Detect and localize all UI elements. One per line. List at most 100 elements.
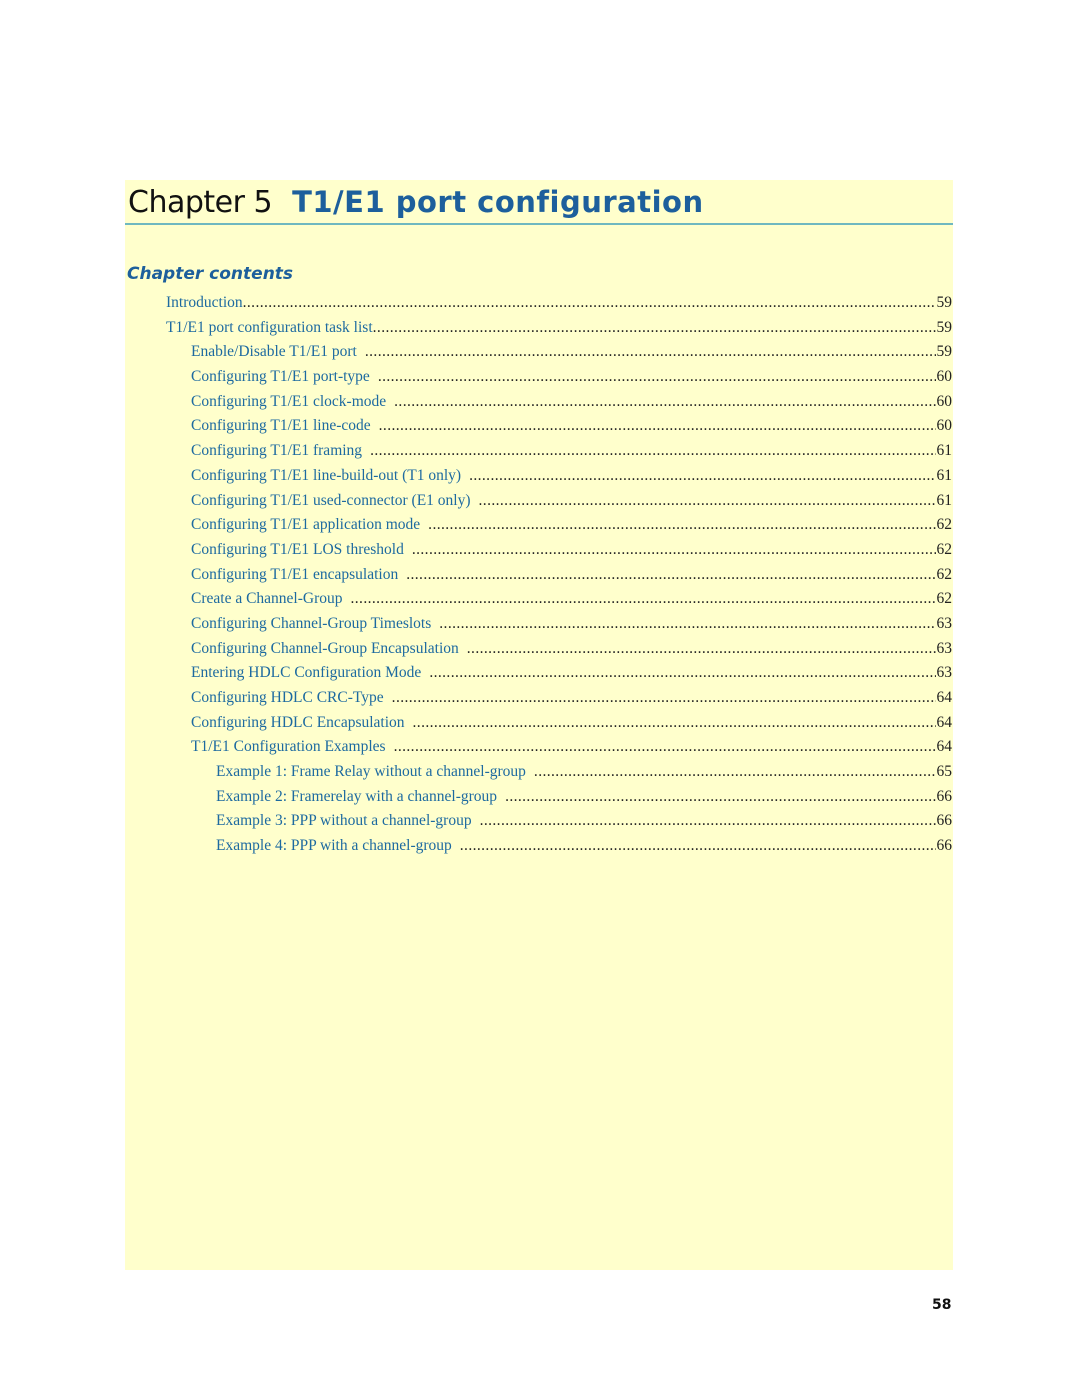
toc-entry-page: 62 (936, 590, 953, 608)
toc-entry-label: Configuring HDLC Encapsulation (191, 713, 405, 731)
toc-entry-page: 61 (936, 466, 953, 484)
toc-entry-page: 63 (936, 639, 953, 657)
toc-entry-label: Configuring T1/E1 application mode (191, 516, 421, 534)
toc-dot-leader (394, 393, 935, 411)
toc-dot-leader (505, 788, 935, 806)
chapter-number: Chapter 5 (128, 185, 273, 220)
toc-dot-leader (467, 640, 936, 658)
toc-entry-page: 60 (936, 368, 953, 386)
table-of-contents: Introduction 59 T1/E1 port configuration … (125, 294, 953, 862)
toc-dot-leader (378, 368, 936, 386)
toc-entry[interactable]: Configuring HDLC Encapsulation 64 (125, 714, 953, 739)
toc-dot-leader (534, 763, 936, 781)
toc-entry[interactable]: Example 3: PPP without a channel-group 66 (125, 812, 953, 837)
toc-entry-page: 62 (936, 516, 953, 534)
toc-entry-label: Example 4: PPP with a channel-group (216, 837, 452, 855)
toc-entry-page: 63 (936, 614, 953, 632)
toc-entry[interactable]: Example 4: PPP with a channel-group 66 (125, 837, 953, 862)
toc-entry-label: Example 1: Frame Relay without a channel… (216, 763, 526, 781)
toc-entry-page: 63 (936, 664, 953, 682)
toc-entry-page: 62 (936, 540, 953, 558)
toc-entry-page: 60 (936, 417, 953, 435)
toc-entry-page: 61 (936, 491, 953, 509)
toc-entry-label: Configuring T1/E1 clock-mode (191, 392, 387, 410)
toc-entry-page: 66 (936, 837, 953, 855)
toc-dot-leader (370, 442, 935, 460)
toc-entry-page: 65 (936, 763, 953, 781)
toc-entry-label: T1/E1 port configuration task list (166, 318, 373, 336)
toc-entry-label: Example 2: Framerelay with a channel-gro… (216, 787, 498, 805)
toc-entry[interactable]: Configuring T1/E1 clock-mode 60 (125, 393, 953, 418)
toc-dot-leader (394, 738, 936, 756)
toc-entry-label: Configuring T1/E1 framing (191, 442, 363, 460)
toc-entry-label: Configuring T1/E1 line-code (191, 417, 371, 435)
toc-dot-leader (413, 714, 936, 732)
toc-entry[interactable]: T1/E1 port configuration task list 59 (125, 319, 953, 344)
toc-entry[interactable]: Configuring T1/E1 used-connector (E1 onl… (125, 492, 953, 517)
toc-entry-page: 60 (936, 392, 953, 410)
toc-entry-page: 66 (936, 812, 953, 830)
toc-entry-label: Introduction (166, 294, 243, 311)
toc-entry[interactable]: Configuring T1/E1 port-type 60 (125, 368, 953, 393)
toc-entry-label: Configuring HDLC CRC-Type (191, 689, 384, 706)
toc-entry-label: Enable/Disable T1/E1 port (191, 343, 357, 361)
toc-dot-leader (373, 319, 936, 337)
toc-entry-page: 62 (936, 565, 953, 583)
toc-dot-leader (469, 467, 935, 485)
toc-entry[interactable]: Configuring T1/E1 framing 61 (125, 442, 953, 467)
toc-entry[interactable]: T1/E1 Configuration Examples 64 (125, 738, 953, 763)
toc-entry-label: Configuring Channel-Group Timeslots (191, 614, 432, 632)
toc-entry[interactable]: Configuring T1/E1 line-code 60 (125, 417, 953, 442)
toc-entry[interactable]: Configuring HDLC CRC-Type 64 (125, 689, 953, 714)
toc-entry-label: Configuring Channel-Group Encapsulation (191, 639, 459, 657)
toc-dot-leader (460, 837, 936, 855)
toc-entry-page: 61 (936, 442, 953, 460)
toc-entry[interactable]: Configuring T1/E1 LOS threshold 62 (125, 541, 953, 566)
toc-entry-label: Configuring T1/E1 LOS threshold (191, 540, 404, 558)
toc-entry[interactable]: Example 1: Frame Relay without a channel… (125, 763, 953, 788)
toc-entry-label: Configuring T1/E1 port-type (191, 368, 370, 386)
toc-entry[interactable]: Configuring T1/E1 application mode 62 (125, 516, 953, 541)
toc-dot-leader (429, 664, 935, 682)
toc-dot-leader (243, 294, 936, 312)
toc-dot-leader (379, 417, 936, 435)
toc-entry[interactable]: Configuring T1/E1 line-build-out (T1 onl… (125, 467, 953, 492)
toc-dot-leader (406, 566, 935, 584)
toc-entry-page: 59 (936, 343, 953, 361)
toc-entry[interactable]: Configuring T1/E1 encapsulation 62 (125, 566, 953, 591)
toc-entry-label: Create a Channel-Group (191, 590, 343, 608)
toc-dot-leader (351, 590, 936, 608)
toc-entry[interactable]: Configuring Channel-Group Encapsulation 6… (125, 640, 953, 665)
toc-dot-leader (392, 689, 936, 707)
toc-entry-page: 59 (936, 318, 953, 336)
toc-dot-leader (412, 541, 936, 559)
chapter-name: T1/E1 port configuration (292, 185, 704, 219)
toc-entry-page: 64 (936, 713, 953, 731)
toc-entry[interactable]: Example 2: Framerelay with a channel-gro… (125, 788, 953, 813)
toc-entry-label: Configuring T1/E1 line-build-out (T1 onl… (191, 466, 462, 484)
toc-entry-page: 64 (936, 689, 953, 706)
page-number: 58 (932, 1297, 952, 1313)
title-divider (125, 223, 953, 225)
chapter-panel: Chapter 5 T1/E1 port configuration Chapte… (125, 180, 953, 1270)
toc-entry[interactable]: Introduction 59 (125, 294, 953, 319)
toc-entry-label: Entering HDLC Configuration Mode (191, 664, 422, 682)
toc-entry-page: 64 (936, 738, 953, 756)
toc-entry-page: 66 (936, 787, 953, 805)
toc-dot-leader (480, 812, 936, 830)
toc-entry[interactable]: Create a Channel-Group 62 (125, 590, 953, 615)
toc-entry[interactable]: Configuring Channel-Group Timeslots 63 (125, 615, 953, 640)
contents-heading: Chapter contents (127, 264, 294, 284)
toc-entry-label: Configuring T1/E1 encapsulation (191, 565, 399, 583)
toc-entry[interactable]: Entering HDLC Configuration Mode 63 (125, 664, 953, 689)
toc-entry-label: Example 3: PPP without a channel-group (216, 812, 472, 830)
toc-dot-leader (479, 492, 936, 510)
toc-entry-label: T1/E1 Configuration Examples (191, 738, 386, 756)
toc-entry-page: 59 (936, 294, 953, 311)
toc-entry-label: Configuring T1/E1 used-connector (E1 onl… (191, 491, 471, 509)
toc-dot-leader (439, 615, 935, 633)
toc-dot-leader (428, 516, 935, 534)
toc-entry[interactable]: Enable/Disable T1/E1 port 59 (125, 343, 953, 368)
chapter-title: Chapter 5 T1/E1 port configuration (128, 182, 704, 222)
toc-dot-leader (365, 343, 936, 361)
